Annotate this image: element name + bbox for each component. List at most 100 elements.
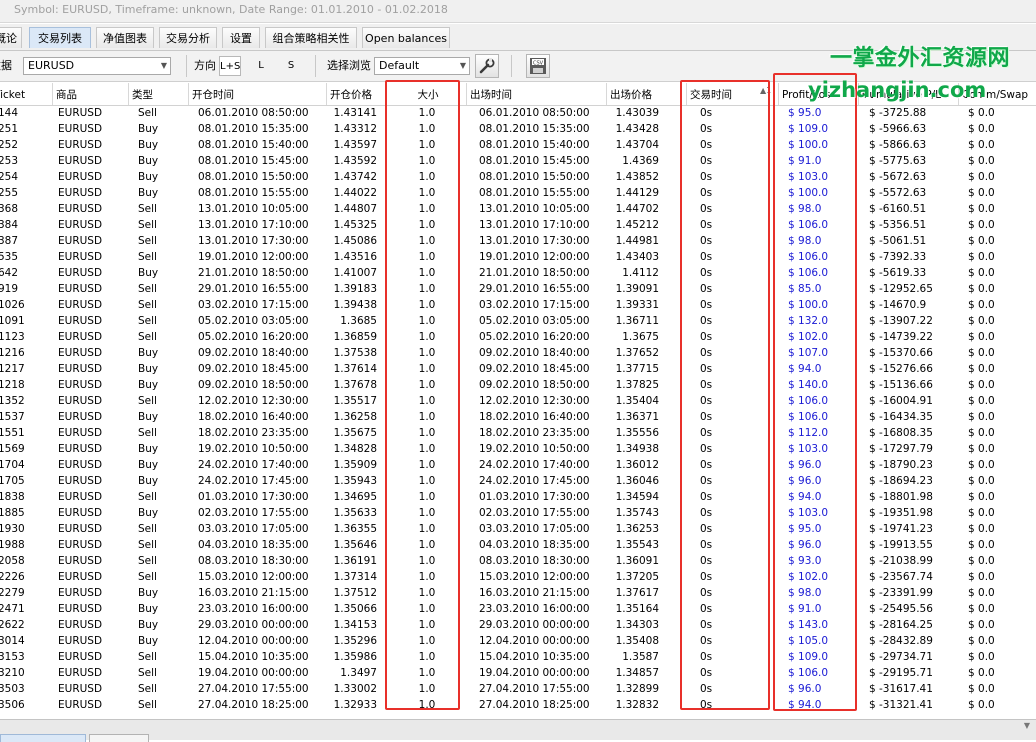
table-row[interactable]: 1569 EURUSD Buy 19.02.2010 10:50:00 1.34828 1… bbox=[0, 441, 1036, 457]
cell-exit-time: 18.02.2010 23:35:00 bbox=[479, 427, 590, 439]
table-row[interactable]: 1537 EURUSD Buy 18.02.2010 16:40:00 1.36258 1… bbox=[0, 409, 1036, 425]
table-row[interactable]: 368 EURUSD Sell 13.01.2010 10:05:00 1.44807 1… bbox=[0, 201, 1036, 217]
cell-type: Sell bbox=[138, 571, 157, 583]
table-row[interactable]: 1217 EURUSD Buy 09.02.2010 18:45:00 1.37614 1… bbox=[0, 361, 1036, 377]
table-row[interactable]: 251 EURUSD Buy 08.01.2010 15:35:00 1.43312 1.… bbox=[0, 121, 1036, 137]
table-row[interactable]: 387 EURUSD Sell 13.01.2010 17:30:00 1.45086 1… bbox=[0, 233, 1036, 249]
col-type[interactable]: 类型 bbox=[129, 83, 189, 105]
direction-long-toggle[interactable]: L bbox=[250, 56, 272, 76]
cell-size: 1.0 bbox=[418, 395, 436, 407]
table-row[interactable]: 254 EURUSD Buy 08.01.2010 15:50:00 1.43742 1.… bbox=[0, 169, 1036, 185]
table-row[interactable]: 535 EURUSD Sell 19.01.2010 12:00:00 1.43516 1… bbox=[0, 249, 1036, 265]
table-row[interactable]: 144 EURUSD Sell 06.01.2010 08:50:00 1.43141 1… bbox=[0, 105, 1036, 121]
cell-type: Sell bbox=[138, 219, 157, 231]
table-row[interactable]: 642 EURUSD Buy 21.01.2010 18:50:00 1.41007 1.… bbox=[0, 265, 1036, 281]
cell-symbol: EURUSD bbox=[58, 427, 103, 439]
table-row[interactable]: 3014 EURUSD Buy 12.04.2010 00:00:00 1.35296 1… bbox=[0, 633, 1036, 649]
cell-symbol: EURUSD bbox=[58, 635, 103, 647]
cell-duration: 0s bbox=[700, 587, 713, 599]
cell-profit-loss: $ 106.0 bbox=[788, 395, 829, 407]
table-row[interactable]: 1704 EURUSD Buy 24.02.2010 17:40:00 1.35909 1… bbox=[0, 457, 1036, 473]
bottom-tab-2[interactable] bbox=[89, 734, 149, 742]
cell-type: Sell bbox=[138, 203, 157, 215]
view-select[interactable]: Default ▼ bbox=[374, 57, 470, 75]
wrench-button[interactable] bbox=[475, 54, 499, 78]
cell-comm-swap: $ 0.0 bbox=[968, 171, 995, 183]
cell-exit-price: 1.43428 bbox=[615, 123, 659, 135]
bottom-tab-1[interactable] bbox=[0, 734, 86, 742]
cell-profit-loss: $ 100.0 bbox=[788, 299, 829, 311]
cell-cumulative-pl: $ -16004.91 bbox=[869, 395, 933, 407]
cell-ticket: 3014 bbox=[0, 635, 25, 647]
table-row[interactable]: 3210 EURUSD Sell 19.04.2010 00:00:00 1.3497 1… bbox=[0, 665, 1036, 681]
cell-ticket: 1569 bbox=[0, 443, 25, 455]
table-row[interactable]: 1026 EURUSD Sell 03.02.2010 17:15:00 1.39438… bbox=[0, 297, 1036, 313]
table-row[interactable]: 2622 EURUSD Buy 29.03.2010 00:00:00 1.34153 1… bbox=[0, 617, 1036, 633]
table-row[interactable]: 1091 EURUSD Sell 05.02.2010 03:05:00 1.3685 1… bbox=[0, 313, 1036, 329]
table-row[interactable]: 1988 EURUSD Sell 04.03.2010 18:35:00 1.35646… bbox=[0, 537, 1036, 553]
tab-open-balances[interactable]: Open balances bbox=[362, 27, 450, 48]
table-row[interactable]: 2058 EURUSD Sell 08.03.2010 18:30:00 1.36191… bbox=[0, 553, 1036, 569]
table-row[interactable]: 1123 EURUSD Sell 05.02.2010 16:20:00 1.36859… bbox=[0, 329, 1036, 345]
scroll-down-arrow-icon[interactable]: ▼ bbox=[1024, 721, 1030, 730]
col-size[interactable]: 大小 bbox=[387, 83, 467, 105]
table-row[interactable]: 1885 EURUSD Buy 02.03.2010 17:55:00 1.35633 1… bbox=[0, 505, 1036, 521]
tab-equity-chart[interactable]: 净值图表 bbox=[96, 27, 154, 48]
table-row[interactable]: 2279 EURUSD Buy 16.03.2010 21:15:00 1.37512 1… bbox=[0, 585, 1036, 601]
table-row[interactable]: 2471 EURUSD Buy 23.03.2010 16:00:00 1.35066 1… bbox=[0, 601, 1036, 617]
col-open-price[interactable]: 开仓价格 bbox=[327, 83, 387, 105]
tab-trade-analysis[interactable]: 交易分析 bbox=[159, 27, 217, 48]
tab-trade-list[interactable]: 交易列表 bbox=[29, 27, 91, 48]
cell-comm-swap: $ 0.0 bbox=[968, 587, 995, 599]
cell-ticket: 1838 bbox=[0, 491, 25, 503]
table-row[interactable]: 1838 EURUSD Sell 01.03.2010 17:30:00 1.34695… bbox=[0, 489, 1036, 505]
table-row[interactable]: 3153 EURUSD Sell 15.04.2010 10:35:00 1.35986… bbox=[0, 649, 1036, 665]
cell-ticket: 387 bbox=[0, 235, 19, 247]
table-body: 144 EURUSD Sell 06.01.2010 08:50:00 1.43141 1… bbox=[0, 105, 1036, 713]
col-ticket[interactable]: Ticket bbox=[0, 83, 53, 105]
table-row[interactable]: 1705 EURUSD Buy 24.02.2010 17:45:00 1.35943 1… bbox=[0, 473, 1036, 489]
cell-cumulative-pl: $ -25495.56 bbox=[869, 603, 933, 615]
cell-ticket: 253 bbox=[0, 155, 19, 167]
wrench-icon bbox=[479, 58, 495, 74]
cell-duration: 0s bbox=[700, 251, 713, 263]
cell-open-price: 1.43742 bbox=[333, 171, 377, 183]
cell-exit-price: 1.35743 bbox=[615, 507, 659, 519]
tab-correlation[interactable]: 组合策略相关性 bbox=[265, 27, 357, 48]
cell-profit-loss: $ 106.0 bbox=[788, 411, 829, 423]
table-row[interactable]: 3503 EURUSD Sell 27.04.2010 17:55:00 1.33002… bbox=[0, 681, 1036, 697]
cell-profit-loss: $ 98.0 bbox=[788, 587, 822, 599]
table-row[interactable]: 1551 EURUSD Sell 18.02.2010 23:35:00 1.35675… bbox=[0, 425, 1036, 441]
cell-cumulative-pl: $ -21038.99 bbox=[869, 555, 933, 567]
csv-export-button[interactable]: CSV bbox=[526, 54, 550, 78]
cell-ticket: 1352 bbox=[0, 395, 25, 407]
table-row[interactable]: 1352 EURUSD Sell 12.02.2010 12:30:00 1.35517… bbox=[0, 393, 1036, 409]
table-row[interactable]: 255 EURUSD Buy 08.01.2010 15:55:00 1.44022 1.… bbox=[0, 185, 1036, 201]
cell-cumulative-pl: $ -23567.74 bbox=[869, 571, 933, 583]
cell-type: Buy bbox=[138, 459, 159, 471]
col-exit-time[interactable]: 出场时间 bbox=[467, 83, 607, 105]
table-row[interactable]: 384 EURUSD Sell 13.01.2010 17:10:00 1.45325 1… bbox=[0, 217, 1036, 233]
tab-overview[interactable]: 概论 bbox=[0, 27, 22, 48]
table-row[interactable]: 1930 EURUSD Sell 03.03.2010 17:05:00 1.36355… bbox=[0, 521, 1036, 537]
table-row[interactable]: 1216 EURUSD Buy 09.02.2010 18:40:00 1.37538 1… bbox=[0, 345, 1036, 361]
cell-open-price: 1.45325 bbox=[333, 219, 377, 231]
table-row[interactable]: 253 EURUSD Buy 08.01.2010 15:45:00 1.43592 1.… bbox=[0, 153, 1036, 169]
table-row[interactable]: 3506 EURUSD Sell 27.04.2010 18:25:00 1.32933… bbox=[0, 697, 1036, 713]
tab-settings[interactable]: 设置 bbox=[222, 27, 260, 48]
cell-cumulative-pl: $ -31321.41 bbox=[869, 699, 933, 711]
col-open-time[interactable]: 开仓时间 bbox=[189, 83, 327, 105]
cell-duration: 0s bbox=[700, 187, 713, 199]
table-row[interactable]: 1218 EURUSD Buy 09.02.2010 18:50:00 1.37678 1… bbox=[0, 377, 1036, 393]
direction-short-toggle[interactable]: S bbox=[280, 56, 302, 76]
cell-ticket: 2226 bbox=[0, 571, 25, 583]
table-row[interactable]: 252 EURUSD Buy 08.01.2010 15:40:00 1.43597 1.… bbox=[0, 137, 1036, 153]
table-row[interactable]: 919 EURUSD Sell 29.01.2010 16:55:00 1.39183 1… bbox=[0, 281, 1036, 297]
symbol-select[interactable]: EURUSD ▼ bbox=[23, 57, 171, 75]
col-exit-price[interactable]: 出场价格 bbox=[607, 83, 687, 105]
cell-comm-swap: $ 0.0 bbox=[968, 427, 995, 439]
direction-long-short-toggle[interactable]: L+S bbox=[219, 56, 241, 76]
col-symbol[interactable]: 商品 bbox=[53, 83, 129, 105]
table-row[interactable]: 2226 EURUSD Sell 15.03.2010 12:00:00 1.37314… bbox=[0, 569, 1036, 585]
cell-exit-time: 09.02.2010 18:45:00 bbox=[479, 363, 590, 375]
